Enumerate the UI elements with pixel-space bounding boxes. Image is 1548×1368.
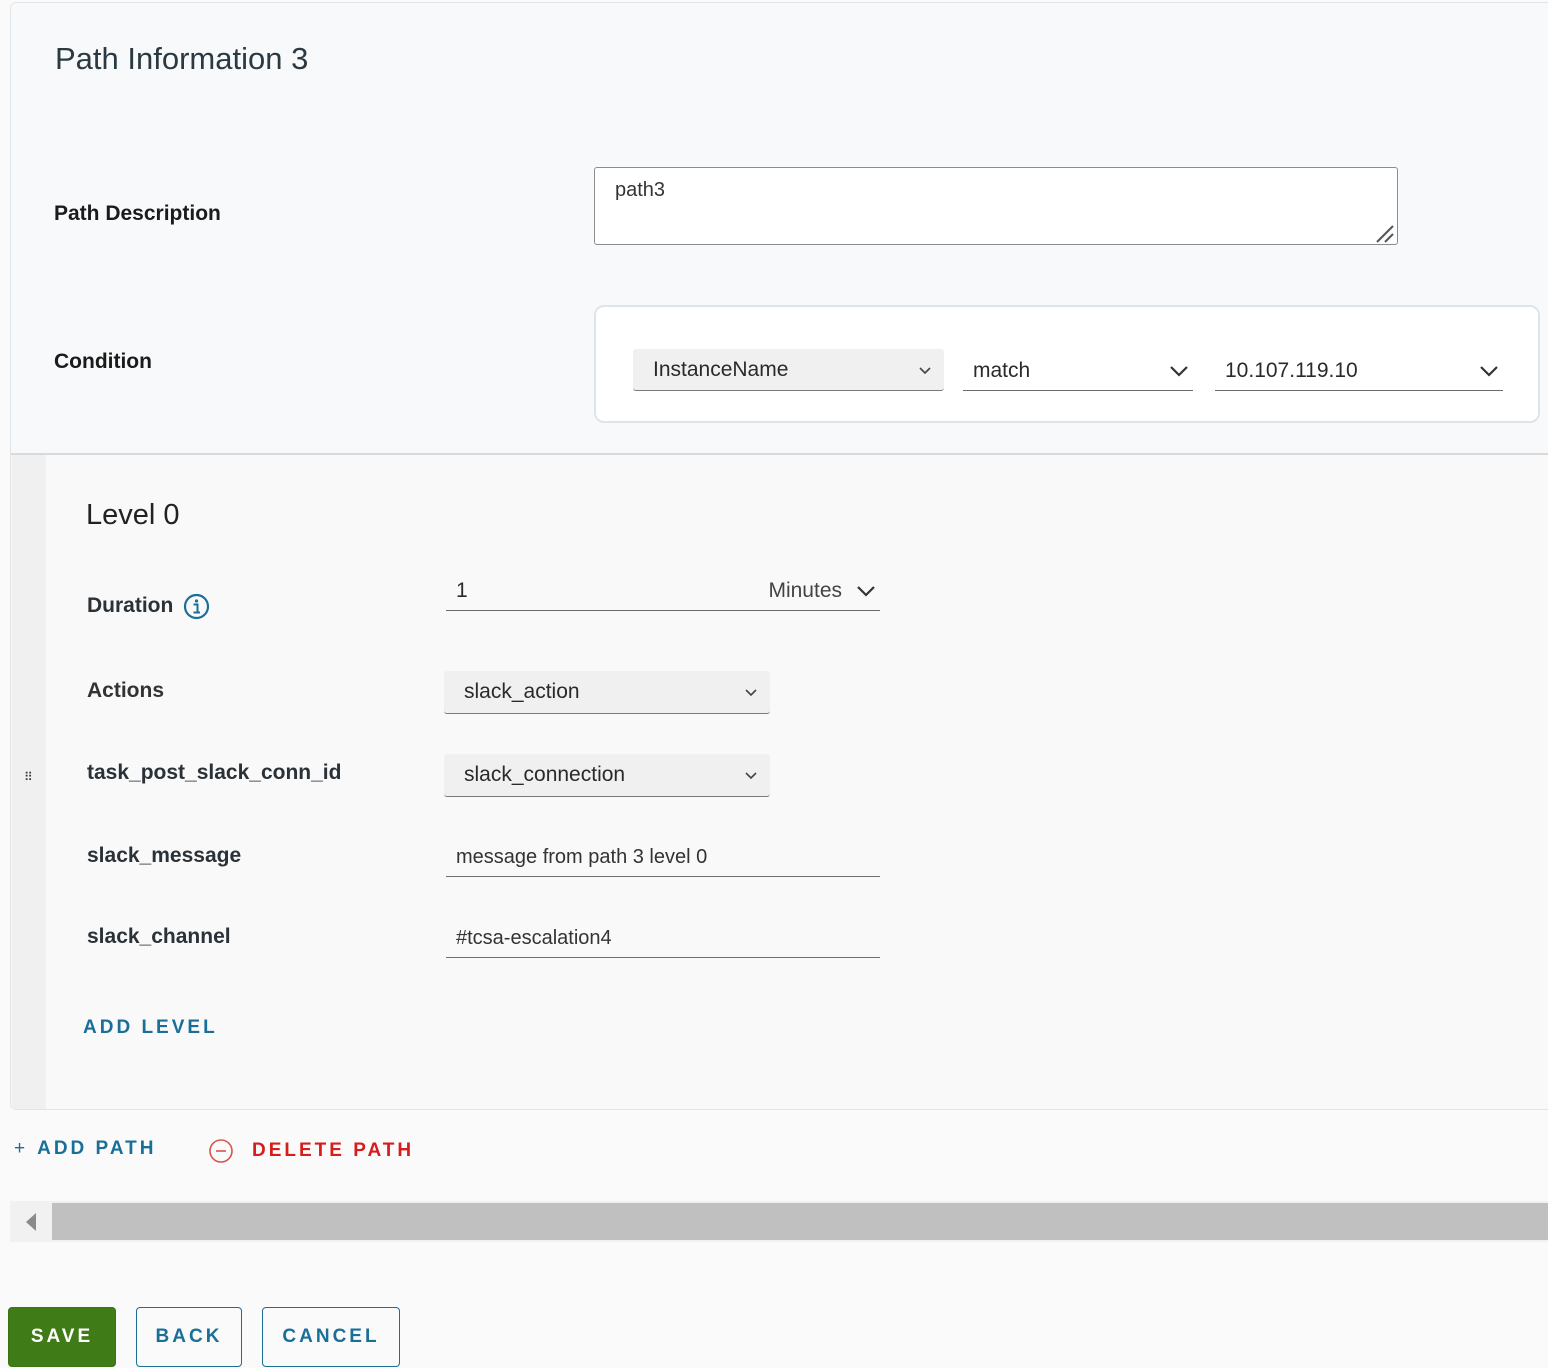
scroll-left-button[interactable]: [10, 1203, 52, 1240]
actions-select[interactable]: slack_action: [444, 671, 770, 714]
level-panel: ⠿ Level 0 Duration 1 Minutes Actions sla…: [12, 455, 1548, 1109]
cancel-button[interactable]: CANCEL: [262, 1307, 400, 1367]
minus-circle-icon: [209, 1139, 233, 1163]
delete-path-button[interactable]: DELETE PATH: [208, 1138, 414, 1164]
slack-channel-label: slack_channel: [87, 925, 231, 948]
condition-field-value: InstanceName: [653, 357, 789, 381]
chevron-down-icon: [857, 585, 875, 597]
slack-message-input[interactable]: [446, 839, 880, 877]
duration-value[interactable]: 1: [456, 579, 468, 603]
slack-message-label: slack_message: [87, 844, 242, 867]
save-button[interactable]: SAVE: [8, 1307, 116, 1367]
resize-grip-icon[interactable]: [1373, 223, 1395, 243]
conn-id-label: task_post_slack_conn_id: [87, 761, 342, 784]
info-icon[interactable]: [183, 593, 210, 620]
chevron-down-icon: [919, 366, 931, 374]
scroll-thumb[interactable]: [52, 1203, 1548, 1240]
condition-value-select[interactable]: 10.107.119.10: [1215, 351, 1503, 391]
chevron-down-icon: [745, 689, 757, 697]
add-path-label: ADD PATH: [37, 1138, 157, 1159]
chevron-down-icon: [1480, 365, 1498, 377]
horizontal-scrollbar[interactable]: [10, 1201, 1548, 1242]
delete-path-label: DELETE PATH: [252, 1140, 415, 1161]
condition-operator-select[interactable]: match: [963, 351, 1193, 391]
add-path-button[interactable]: + ADD PATH: [14, 1138, 156, 1160]
back-button[interactable]: BACK: [136, 1307, 242, 1367]
condition-field-select[interactable]: InstanceName: [633, 349, 944, 391]
add-level-button[interactable]: ADD LEVEL: [83, 1017, 218, 1039]
duration-label: Duration: [87, 594, 174, 618]
plus-icon: +: [14, 1138, 26, 1159]
duration-unit-value: Minutes: [768, 578, 842, 602]
duration-unit-select[interactable]: Minutes: [768, 579, 876, 603]
path-description-input[interactable]: path3: [594, 167, 1398, 245]
level-title: Level 0: [86, 499, 180, 531]
drag-handle-icon[interactable]: ⠿: [24, 771, 34, 791]
chevron-down-icon: [1170, 365, 1188, 377]
condition-value-text: 10.107.119.10: [1225, 358, 1358, 382]
actions-label: Actions: [87, 679, 165, 702]
path-description-label: Path Description: [54, 202, 221, 225]
duration-label-wrap: Duration: [87, 593, 210, 620]
condition-operator-value: match: [973, 358, 1031, 382]
actions-value: slack_action: [464, 680, 580, 703]
caret-left-icon: [26, 1212, 36, 1231]
conn-id-select[interactable]: slack_connection: [444, 754, 770, 797]
duration-field: 1 Minutes: [446, 571, 880, 611]
path-card: Path Information 3 Path Description path…: [10, 2, 1548, 1110]
chevron-down-icon: [745, 772, 757, 780]
path-title: Path Information 3: [55, 41, 309, 76]
conn-id-value: slack_connection: [464, 763, 626, 786]
drag-strip: ⠿: [12, 455, 46, 1109]
condition-box: InstanceName match 10.107.119.10: [594, 305, 1540, 423]
condition-label: Condition: [54, 350, 152, 373]
slack-channel-input[interactable]: [446, 920, 880, 958]
